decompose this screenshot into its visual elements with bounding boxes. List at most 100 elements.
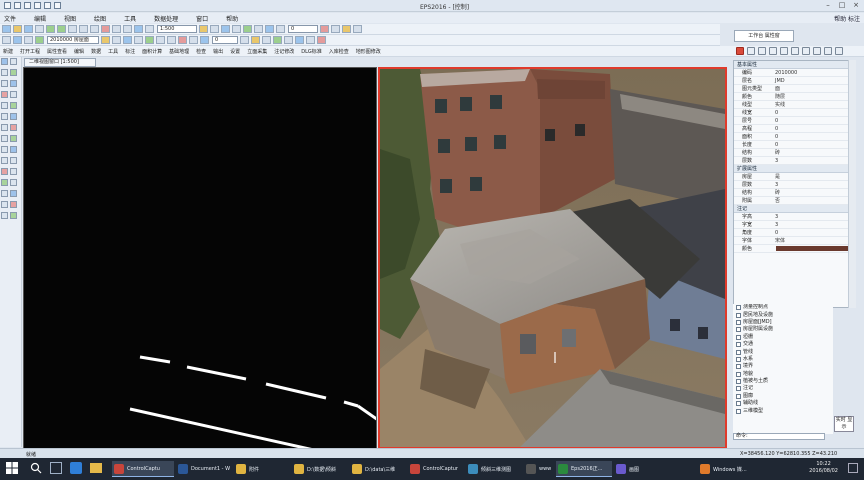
menu-data-processing[interactable]: 数据处理: [154, 14, 178, 23]
open-file-icon[interactable]: [24, 2, 31, 9]
zoom-window-icon[interactable]: [134, 25, 143, 33]
toolbar-item[interactable]: 基础地理: [169, 48, 189, 55]
redo-icon[interactable]: [54, 2, 61, 9]
checkbox-icon[interactable]: [736, 342, 741, 348]
offset-icon[interactable]: [10, 157, 17, 164]
prop-row[interactable]: 字宽 3: [734, 221, 855, 229]
print-icon[interactable]: [35, 25, 44, 33]
toolbar-item[interactable]: 设置: [230, 48, 240, 55]
rectangle-icon[interactable]: [123, 36, 132, 44]
prop-value[interactable]: 随层: [772, 93, 855, 100]
offset-icon[interactable]: [200, 36, 209, 44]
info-icon[interactable]: [353, 25, 362, 33]
minimize-icon[interactable]: –: [822, 1, 834, 10]
prop-value[interactable]: 砖: [772, 189, 855, 196]
checkbox-icon[interactable]: [736, 349, 741, 355]
toolbar-item[interactable]: 注记修改: [274, 48, 294, 55]
prop-row[interactable]: 字体 宋体: [734, 237, 855, 245]
prop-value[interactable]: 2010000: [772, 70, 855, 76]
measure-icon[interactable]: [1, 201, 8, 208]
refresh-icon[interactable]: [10, 212, 17, 219]
prop-row[interactable]: 面积 0: [734, 133, 855, 141]
line-icon[interactable]: [13, 36, 22, 44]
prop-value[interactable]: 3: [772, 214, 855, 220]
taskbar-item[interactable]: D:\data\三维: [350, 461, 406, 477]
toolbar-item[interactable]: 工具: [108, 48, 118, 55]
prop-value[interactable]: 是: [772, 173, 855, 180]
prop-value[interactable]: 砖: [772, 149, 855, 156]
checkbox-icon[interactable]: [736, 371, 741, 377]
prop-row[interactable]: 层名 JMD: [734, 77, 855, 85]
pan-icon[interactable]: [112, 25, 121, 33]
paste-icon[interactable]: [90, 25, 99, 33]
checkbox-icon[interactable]: [736, 408, 741, 414]
break-icon[interactable]: [1, 179, 8, 186]
search-icon[interactable]: [769, 47, 777, 55]
undo-icon[interactable]: [46, 25, 55, 33]
prop-row[interactable]: 结构 砖: [734, 149, 855, 157]
copy-icon[interactable]: [10, 135, 17, 142]
close-icon[interactable]: ×: [850, 1, 862, 10]
prop-row[interactable]: 颜色 随层: [734, 93, 855, 101]
open-icon[interactable]: [13, 25, 22, 33]
menu-file[interactable]: 文件: [4, 14, 16, 23]
checkbox-icon[interactable]: [736, 327, 741, 333]
new-icon[interactable]: [2, 25, 11, 33]
search-icon[interactable]: [30, 462, 42, 474]
taskbar-item[interactable]: Eps2016正...: [556, 461, 612, 477]
sort-icon[interactable]: [802, 47, 810, 55]
break-icon[interactable]: [251, 36, 260, 44]
attribute-icon[interactable]: [10, 190, 17, 197]
move-icon[interactable]: [145, 36, 154, 44]
edge-browser-icon[interactable]: [70, 462, 82, 474]
menu-window[interactable]: 窗口: [196, 14, 208, 23]
windows-start-icon[interactable]: [6, 462, 18, 474]
checkbox-icon[interactable]: [736, 386, 741, 392]
menu-draw[interactable]: 绘图: [94, 14, 106, 23]
scale-icon[interactable]: [10, 146, 17, 153]
toolbar-item[interactable]: 打开工程: [20, 48, 40, 55]
taskbar-item[interactable]: ControlCaptur: [408, 461, 464, 477]
close-icon[interactable]: [835, 47, 843, 55]
checkbox-icon[interactable]: [736, 334, 741, 340]
curve-icon[interactable]: [10, 91, 17, 98]
toolbar-item[interactable]: 地形图修改: [356, 48, 381, 55]
layer-icon[interactable]: [747, 47, 755, 55]
tree-item[interactable]: 地貌: [733, 371, 833, 378]
prop-row[interactable]: 长度 0: [734, 141, 855, 149]
point-icon[interactable]: [1, 80, 8, 87]
toolbar-item[interactable]: 编辑: [74, 48, 84, 55]
app-icon[interactable]: [4, 2, 11, 9]
join-icon[interactable]: [240, 36, 249, 44]
prop-row[interactable]: 层号 0: [734, 117, 855, 125]
prop-row[interactable]: 编码 2010000: [734, 69, 855, 77]
checkbox-icon[interactable]: [736, 401, 741, 407]
taskbar-item[interactable]: www: [524, 461, 554, 477]
prop-row[interactable]: 房屋 是: [734, 173, 855, 181]
polyline-icon[interactable]: [24, 36, 33, 44]
save-icon[interactable]: [24, 25, 33, 33]
ortho-icon[interactable]: [232, 25, 241, 33]
extend-icon[interactable]: [189, 36, 198, 44]
redo-icon[interactable]: [1, 212, 8, 219]
prop-value[interactable]: JMD: [772, 78, 855, 84]
record-icon[interactable]: [736, 47, 744, 55]
save-icon[interactable]: [34, 2, 41, 9]
prop-row[interactable]: 颜色: [734, 245, 855, 253]
checkbox-icon[interactable]: [736, 364, 741, 370]
undo-icon[interactable]: [10, 201, 17, 208]
left-view-tab[interactable]: 二维视图窗口 [1:500]: [24, 58, 96, 67]
tree-item[interactable]: 管线: [733, 348, 833, 355]
undo-icon[interactable]: [44, 2, 51, 9]
refresh-icon[interactable]: [813, 47, 821, 55]
vector-viewport[interactable]: [23, 67, 377, 449]
panel-tab[interactable]: 工作台 属性窗: [734, 30, 794, 42]
tree-item[interactable]: 居民地及设施: [733, 311, 833, 318]
rotate-icon[interactable]: [156, 36, 165, 44]
menu-help[interactable]: 帮助: [226, 14, 238, 23]
erase-icon[interactable]: [317, 36, 326, 44]
mirror-icon[interactable]: [167, 36, 176, 44]
prop-row[interactable]: 线型 实线: [734, 101, 855, 109]
settings-icon[interactable]: [331, 25, 340, 33]
properties-scrollbar[interactable]: [848, 60, 856, 308]
